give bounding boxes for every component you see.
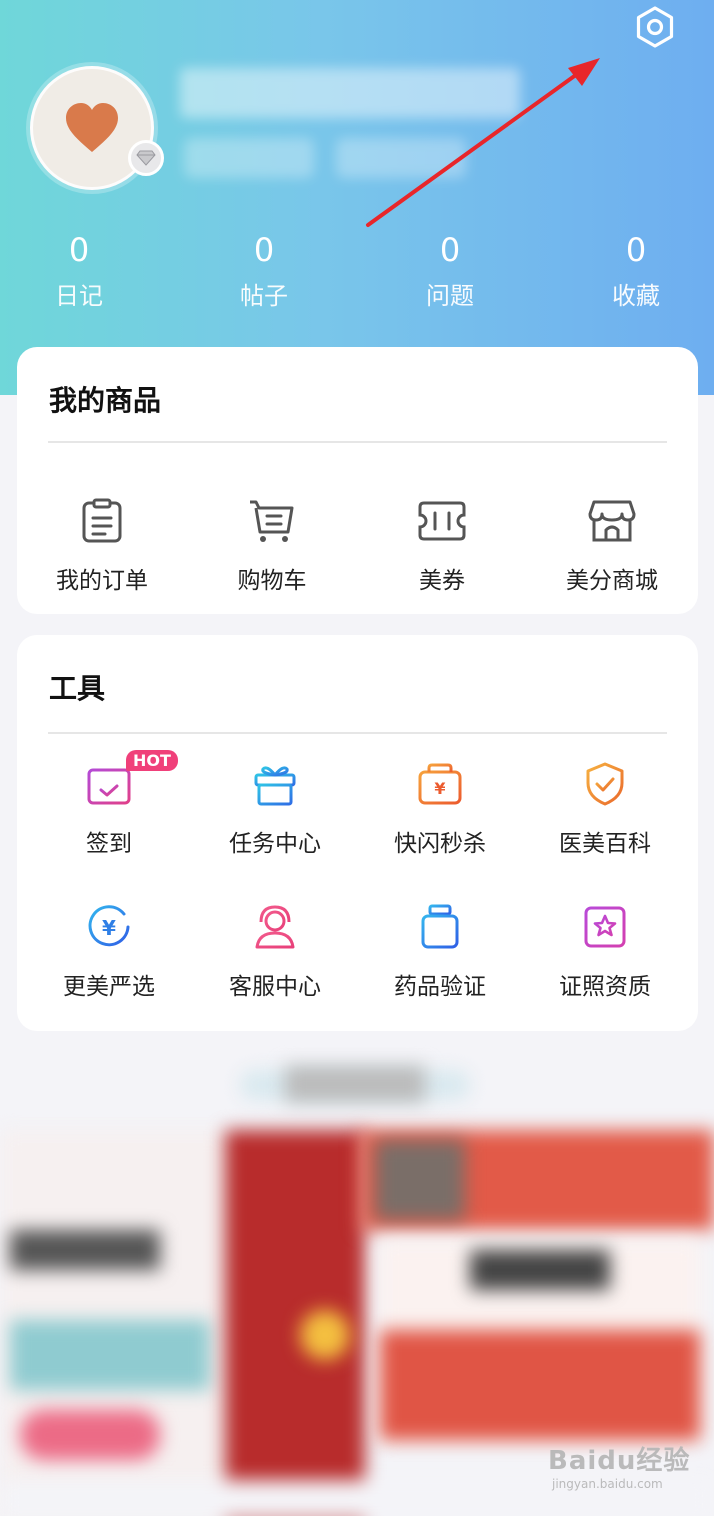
yen-circle-icon: ¥	[88, 905, 130, 947]
item-label: 美分商城	[566, 568, 658, 594]
section-title: 工具	[49, 672, 106, 705]
certificate-star-icon	[584, 906, 626, 948]
profile-stats: 0 日记 0 帖子 0 问题 0 收藏	[0, 228, 714, 324]
medical-wiki-button[interactable]: 医美百科	[520, 756, 690, 858]
shield-check-icon	[586, 762, 624, 806]
item-label: 客服中心	[229, 974, 321, 1000]
item-label: 快闪秒杀	[394, 831, 486, 857]
username-blurred	[180, 68, 520, 118]
profile-header	[0, 0, 714, 395]
headset-agent-icon	[255, 905, 295, 949]
baidu-jingyan-watermark: Baidu经验 jingyan.baidu.com	[548, 1440, 698, 1500]
my-orders-button[interactable]: 我的订单	[17, 493, 187, 595]
stat-diary[interactable]: 0 日记	[19, 228, 139, 316]
coupon-icon	[418, 501, 466, 541]
profile-tag-blurred	[336, 138, 466, 178]
clipboard-icon	[82, 498, 122, 543]
selected-goods-button[interactable]: ¥ 更美严选	[24, 899, 194, 1001]
stat-label: 日记	[55, 282, 103, 310]
item-label: 签到	[86, 831, 132, 857]
cart-icon	[250, 500, 294, 542]
item-label: 药品验证	[394, 974, 486, 1000]
stat-questions[interactable]: 0 问题	[390, 228, 510, 316]
section-title: 我的商品	[49, 384, 162, 417]
heart-icon	[66, 103, 118, 152]
stat-value: 0	[68, 231, 90, 269]
svg-text:¥: ¥	[102, 916, 116, 940]
flash-sale-button[interactable]: ¥ 快闪秒杀	[355, 756, 525, 858]
customer-service-button[interactable]: 客服中心	[190, 899, 360, 1001]
stat-label: 帖子	[240, 282, 288, 310]
item-label: 购物车	[237, 568, 307, 594]
stat-value: 0	[253, 231, 275, 269]
divider	[48, 441, 667, 443]
watermark-logo: Baidu经验	[548, 1446, 691, 1476]
settings-hexagon-icon	[636, 6, 674, 48]
watermark-url: jingyan.baidu.com	[552, 1477, 663, 1491]
diamond-badge-icon	[128, 140, 164, 176]
item-label: 我的订单	[56, 568, 148, 594]
svg-text:¥: ¥	[434, 779, 445, 798]
stat-favorites[interactable]: 0 收藏	[576, 228, 696, 316]
flash-sale-bag-icon: ¥	[418, 763, 462, 805]
cart-button[interactable]: 购物车	[187, 493, 357, 595]
stat-value: 0	[625, 231, 647, 269]
my-goods-card: 我的商品 我的订单 购物车 美券 美分商城	[17, 347, 698, 614]
coupon-button[interactable]: 美券	[357, 493, 527, 595]
item-label: 证照资质	[559, 974, 651, 1000]
profile-tag-blurred	[184, 138, 314, 178]
item-label: 任务中心	[229, 831, 321, 857]
stat-posts[interactable]: 0 帖子	[204, 228, 324, 316]
stat-label: 收藏	[612, 282, 660, 310]
hot-badge: HOT	[126, 750, 178, 771]
item-label: 美券	[419, 568, 465, 594]
check-in-button[interactable]: HOT 签到	[24, 750, 194, 858]
settings-button[interactable]	[630, 2, 680, 52]
stat-label: 问题	[426, 282, 474, 310]
avatar[interactable]	[30, 66, 164, 190]
license-qualification-button[interactable]: 证照资质	[520, 899, 690, 1001]
divider	[48, 732, 667, 734]
gift-box-icon	[254, 766, 296, 806]
task-center-button[interactable]: 任务中心	[190, 756, 360, 858]
stat-value: 0	[439, 231, 461, 269]
item-label: 医美百科	[559, 831, 651, 857]
item-label: 更美严选	[63, 974, 155, 1000]
medicine-bottle-icon	[421, 904, 459, 949]
points-mall-button[interactable]: 美分商城	[527, 493, 697, 595]
drug-verification-button[interactable]: 药品验证	[355, 899, 525, 1001]
tools-card: 工具 HOT 签到 任务中心 ¥ 快闪秒杀 医美百科 ¥ 更美严选 客服中心 药…	[17, 635, 698, 1031]
store-icon	[588, 500, 636, 542]
